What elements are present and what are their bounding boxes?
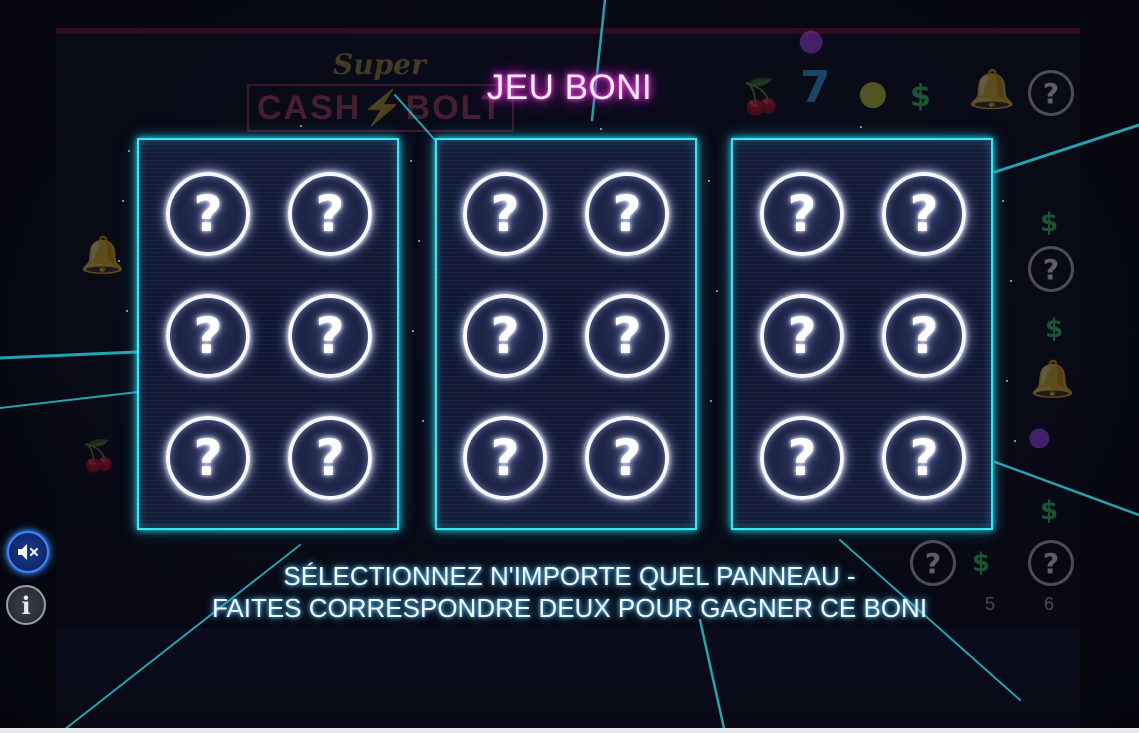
speaker-muted-icon: [18, 544, 38, 560]
bonus-panel-1[interactable]: ? ? ? ? ? ?: [137, 138, 399, 530]
mystery-icon: ?: [166, 416, 250, 500]
mystery-icon: ?: [166, 294, 250, 378]
mystery-icon: ?: [882, 172, 966, 256]
mystery-icon: ?: [288, 172, 372, 256]
info-button[interactable]: i: [6, 585, 46, 625]
mystery-icon: ?: [166, 172, 250, 256]
game-stage: Super CASH⚡BOLT 🍒 7 ● 🔔 $ ● 🔔 🔔 $ $ $ $ …: [0, 0, 1139, 733]
mystery-icon: ?: [760, 416, 844, 500]
bonus-panel-3[interactable]: ? ? ? ? ? ?: [731, 138, 993, 530]
mystery-icon: ?: [882, 416, 966, 500]
mystery-icon: ?: [585, 294, 669, 378]
instructions-line-1: SÉLECTIONNEZ N'IMPORTE QUEL PANNEAU -: [283, 561, 856, 591]
bonus-instructions: SÉLECTIONNEZ N'IMPORTE QUEL PANNEAU - FA…: [0, 560, 1139, 624]
mystery-icon: ?: [463, 416, 547, 500]
mystery-icon: ?: [463, 172, 547, 256]
mystery-icon: ?: [288, 294, 372, 378]
mystery-icon: ?: [760, 172, 844, 256]
mystery-icon: ?: [463, 294, 547, 378]
bottom-edge: [0, 728, 1139, 733]
bonus-panel-2[interactable]: ? ? ? ? ? ?: [435, 138, 697, 530]
bonus-title: JEU BONI: [486, 68, 653, 107]
sound-toggle-button[interactable]: [7, 531, 49, 573]
mystery-icon: ?: [585, 416, 669, 500]
mystery-icon: ?: [760, 294, 844, 378]
mystery-icon: ?: [585, 172, 669, 256]
instructions-line-2: FAITES CORRESPONDRE DEUX POUR GAGNER CE …: [211, 593, 928, 623]
mystery-icon: ?: [882, 294, 966, 378]
mystery-icon: ?: [288, 416, 372, 500]
